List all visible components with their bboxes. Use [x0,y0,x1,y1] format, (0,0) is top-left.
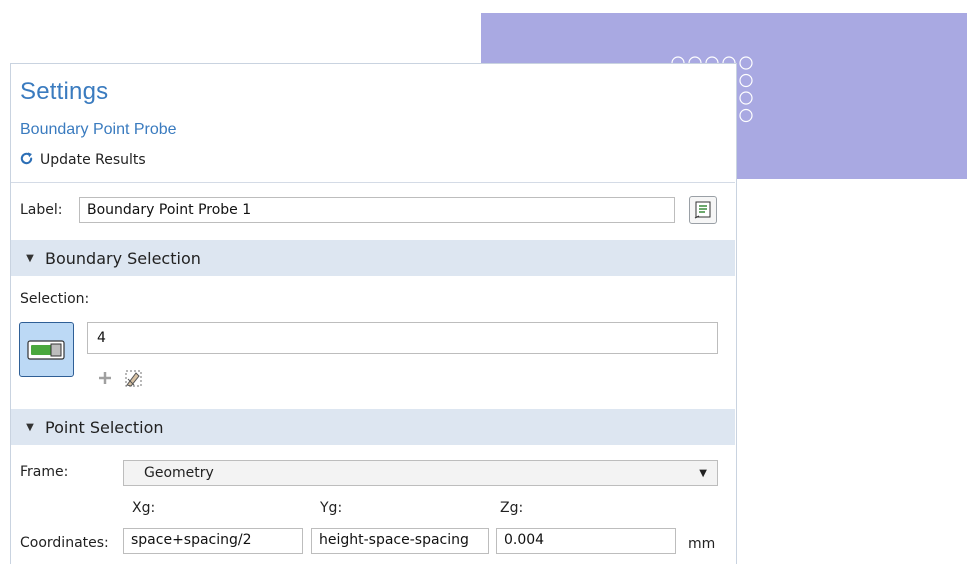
frame-label: Frame: [20,464,69,480]
selection-label: Selection: [20,291,90,307]
label-input[interactable]: Boundary Point Probe 1 [79,197,675,223]
geometry-circle[interactable] [739,108,753,123]
section-point-selection[interactable]: ▼ Point Selection [11,409,735,445]
section-header: Boundary Selection [45,248,201,268]
column-header-z: Zg: [500,500,524,516]
frame-select[interactable]: Geometry ▼ [123,460,718,486]
z-coordinate-input[interactable]: 0.004 [496,528,676,554]
refresh-icon [19,151,34,170]
node-subtitle: Boundary Point Probe [20,121,177,138]
document-edit-icon [694,201,711,219]
section-boundary-selection[interactable]: ▼ Boundary Selection [11,240,735,276]
geometry-circle[interactable] [739,91,753,105]
clear-selection-button[interactable] [122,367,144,389]
column-header-x: Xg: [132,500,156,516]
edit-node-label-button[interactable] [689,196,717,224]
column-header-y: Yg: [320,500,343,516]
collapse-triangle-icon: ▼ [26,421,34,433]
geometry-circle[interactable] [739,56,753,70]
add-to-selection-button[interactable] [96,369,114,387]
section-header: Point Selection [45,417,164,437]
chevron-down-icon: ▼ [699,467,707,479]
page-title: Settings [20,78,109,105]
add-icon [99,372,111,384]
x-coordinate-input[interactable]: space+spacing/2 [123,528,303,554]
coordinates-label: Coordinates: [20,535,109,551]
unit-label: mm [688,536,716,552]
y-coordinate-input[interactable]: height-space-spacing [311,528,489,554]
frame-value: Geometry [144,465,214,481]
divider [11,182,735,183]
clear-selection-icon [125,370,142,387]
collapse-triangle-icon: ▼ [26,252,34,264]
toggle-active-icon [27,340,65,360]
active-selection-toggle[interactable] [19,322,74,377]
update-results-button[interactable]: Update Results [19,150,146,170]
label-field-label: Label: [20,202,63,218]
selection-list[interactable]: 4 [87,322,718,354]
update-results-label: Update Results [40,152,146,168]
geometry-circle[interactable] [739,73,753,88]
